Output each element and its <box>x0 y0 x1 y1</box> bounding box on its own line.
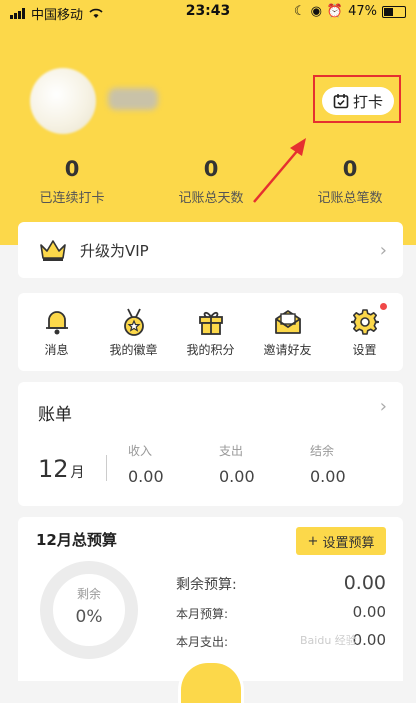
bill-month: 12 月 <box>38 455 85 483</box>
divider <box>106 455 107 481</box>
month-budget-row: 本月预算: 0.00 <box>176 603 386 623</box>
menu-grid: 消息 我的徽章 我的积分 邀请好友 设置 <box>18 293 403 371</box>
watermark: Baidu 经验 <box>300 634 357 647</box>
remaining-budget-value: 0.00 <box>343 572 386 594</box>
chevron-right-icon: › <box>379 396 387 417</box>
menu-label: 消息 <box>44 342 69 357</box>
vip-label: 升级为VIP <box>80 241 149 260</box>
menu-label: 邀请好友 <box>263 342 312 357</box>
month-spent-label: 本月支出: <box>176 635 229 649</box>
gear-icon <box>350 308 379 335</box>
month-spent-value: 0.00 <box>352 631 386 649</box>
set-budget-label: 设置预算 <box>322 535 375 551</box>
stat-days: 0 记账总天数 <box>156 157 266 206</box>
bill-income-value: 0.00 <box>128 467 164 486</box>
bill-month-number: 12 <box>38 455 69 483</box>
medal-icon <box>123 308 144 336</box>
plus-icon: + <box>307 533 319 549</box>
gift-icon <box>198 311 223 335</box>
chevron-right-icon: › <box>379 239 387 261</box>
menu-item-badges[interactable]: 我的徽章 <box>97 307 171 358</box>
stat-entries-value: 0 <box>342 157 358 181</box>
menu-label: 我的积分 <box>186 342 235 357</box>
month-budget-value: 0.00 <box>352 603 386 621</box>
budget-card: 12月总预算 + 设置预算 剩余 0% 剩余预算: 0.00 本月预算: 0.0… <box>18 517 403 681</box>
bill-income-label: 收入 <box>128 444 153 458</box>
bill-balance-value: 0.00 <box>310 467 346 486</box>
set-budget-button[interactable]: + 设置预算 <box>296 527 386 555</box>
ring-value: 0% <box>75 607 103 627</box>
envelope-icon <box>274 309 301 334</box>
bill-income: 收入 0.00 <box>128 442 208 486</box>
menu-label: 我的徽章 <box>109 342 158 357</box>
remaining-budget-row: 剩余预算: 0.00 <box>176 572 386 594</box>
bill-expense-label: 支出 <box>219 444 244 458</box>
stat-streak: 0 已连续打卡 <box>17 157 127 206</box>
bill-card[interactable]: 账单 › 12 月 收入 0.00 支出 0.00 结余 0.00 <box>18 382 403 506</box>
stat-days-label: 记账总天数 <box>178 191 244 206</box>
remaining-budget-label: 剩余预算: <box>176 577 237 593</box>
vip-upgrade-row[interactable]: 升级为VIP › <box>18 222 403 278</box>
bill-balance: 结余 0.00 <box>310 442 390 486</box>
menu-label: 设置 <box>352 342 377 357</box>
stat-entries-label: 记账总笔数 <box>317 191 383 206</box>
stat-streak-value: 0 <box>64 157 80 181</box>
bill-title: 账单 <box>38 405 72 425</box>
ring-label: 剩余 <box>76 587 101 601</box>
budget-title: 12月总预算 <box>36 531 117 549</box>
notification-dot <box>379 302 387 310</box>
menu-item-invite[interactable]: 邀请好友 <box>251 307 325 358</box>
menu-item-settings[interactable]: 设置 <box>328 302 402 358</box>
bell-icon <box>45 310 68 334</box>
month-budget-label: 本月预算: <box>176 607 229 621</box>
menu-item-messages[interactable]: 消息 <box>20 307 94 358</box>
bill-balance-label: 结余 <box>310 444 335 458</box>
stat-days-value: 0 <box>203 157 219 181</box>
bill-expense: 支出 0.00 <box>219 442 299 486</box>
stat-entries: 0 记账总笔数 <box>295 157 405 206</box>
stat-streak-label: 已连续打卡 <box>39 191 105 206</box>
crown-icon <box>40 240 66 261</box>
menu-item-points[interactable]: 我的积分 <box>174 307 248 358</box>
bill-expense-value: 0.00 <box>219 467 255 486</box>
bill-month-unit: 月 <box>70 465 85 481</box>
